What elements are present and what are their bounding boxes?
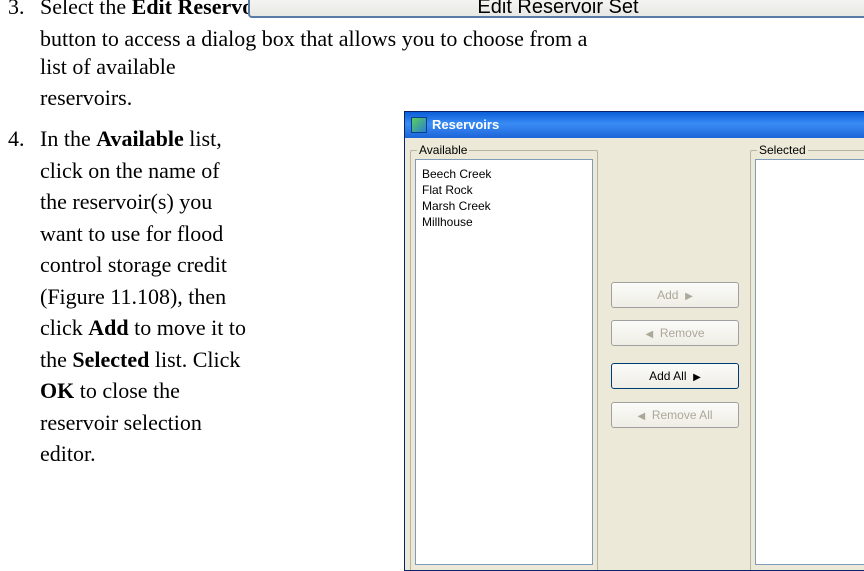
add-button[interactable]: Add ▶ xyxy=(611,282,739,308)
available-group: Available Beech Creek Flat Rock Marsh Cr… xyxy=(410,143,598,570)
step-bold-text: OK xyxy=(40,378,75,403)
step-text: control storage credit xyxy=(40,252,227,277)
step-text: to close the xyxy=(74,378,180,403)
list-item[interactable]: Marsh Creek xyxy=(422,199,491,213)
selected-label: Selected xyxy=(757,143,808,157)
right-arrow-icon: ▶ xyxy=(693,372,701,383)
step-text: the xyxy=(40,346,73,372)
edit-reservoir-set-button-label: Edit Reservoir Set xyxy=(477,0,639,18)
step-text: editor. xyxy=(40,441,96,466)
step-4-line: the reservoir(s) you xyxy=(40,188,212,216)
edit-reservoir-set-button-image: Edit Reservoir Set xyxy=(248,0,864,18)
dialog-title-bar: Reservoirs xyxy=(405,112,864,138)
available-label: Available xyxy=(417,143,470,157)
step-4-line: OK to close the xyxy=(40,377,180,405)
step-4-line: click Add to move it to xyxy=(40,314,246,342)
step-4-line: (Figure 11.108), then xyxy=(40,283,226,311)
selected-group: Selected xyxy=(750,143,864,570)
step-4-line: In the Available list, xyxy=(40,125,222,153)
remove-button[interactable]: ◀ Remove xyxy=(611,320,739,346)
list-item[interactable]: Beech Creek xyxy=(422,167,491,181)
step-4-line: editor. xyxy=(40,440,96,468)
add-all-button[interactable]: Add All ▶ xyxy=(611,363,739,389)
step-3-line-3: list of available xyxy=(40,54,176,79)
list-item[interactable]: Flat Rock xyxy=(422,183,473,197)
step-number: 3. xyxy=(8,0,25,19)
reservoir-app-icon xyxy=(411,117,427,133)
step-4-line: click on the name of xyxy=(40,157,220,185)
remove-all-button[interactable]: ◀ Remove All xyxy=(611,402,739,428)
reservoirs-dialog: Reservoirs Available Beech Creek Flat Ro… xyxy=(404,111,864,571)
step-text: want to use for flood xyxy=(40,220,224,246)
step-bold-text: Add xyxy=(88,315,129,340)
list-item[interactable]: Millhouse xyxy=(422,215,473,229)
step-number: 4. xyxy=(8,126,25,151)
step-text: to move it to xyxy=(128,315,246,340)
step-text: click xyxy=(40,315,89,340)
left-arrow-icon: ◀ xyxy=(637,411,646,422)
step-text: the reservoir(s) you xyxy=(40,189,213,214)
selected-list[interactable] xyxy=(755,159,864,565)
available-list[interactable]: Beech Creek Flat Rock Marsh Creek Millho… xyxy=(415,159,593,565)
step-4-line: control storage credit xyxy=(40,251,227,279)
step-text: list. Click xyxy=(149,346,241,372)
right-arrow-icon: ▶ xyxy=(685,291,693,302)
step-text: In the xyxy=(40,126,97,151)
step-4-line: the Selected list. Click xyxy=(40,346,240,374)
step-text: click on the name of xyxy=(40,157,220,183)
step-4-line: reservoir selection xyxy=(40,409,202,437)
step-text: Select the xyxy=(40,0,132,19)
dialog-title: Reservoirs xyxy=(432,117,500,132)
step-bold-text: Available xyxy=(96,126,184,151)
step-3-line-2: button to access a dialog box that allow… xyxy=(40,26,588,51)
left-arrow-icon: ◀ xyxy=(645,329,654,340)
step-3-line-4: reservoirs. xyxy=(40,85,133,110)
step-text: reservoir selection xyxy=(40,409,202,435)
step-4-line: want to use for flood xyxy=(40,220,223,248)
step-text: list, xyxy=(183,126,222,151)
step-bold-text: Selected xyxy=(72,346,150,372)
step-text: (Figure 11.108), then xyxy=(40,283,227,309)
document-page: 3. Select the Edit Reservoir Set Edit Re… xyxy=(0,0,864,571)
